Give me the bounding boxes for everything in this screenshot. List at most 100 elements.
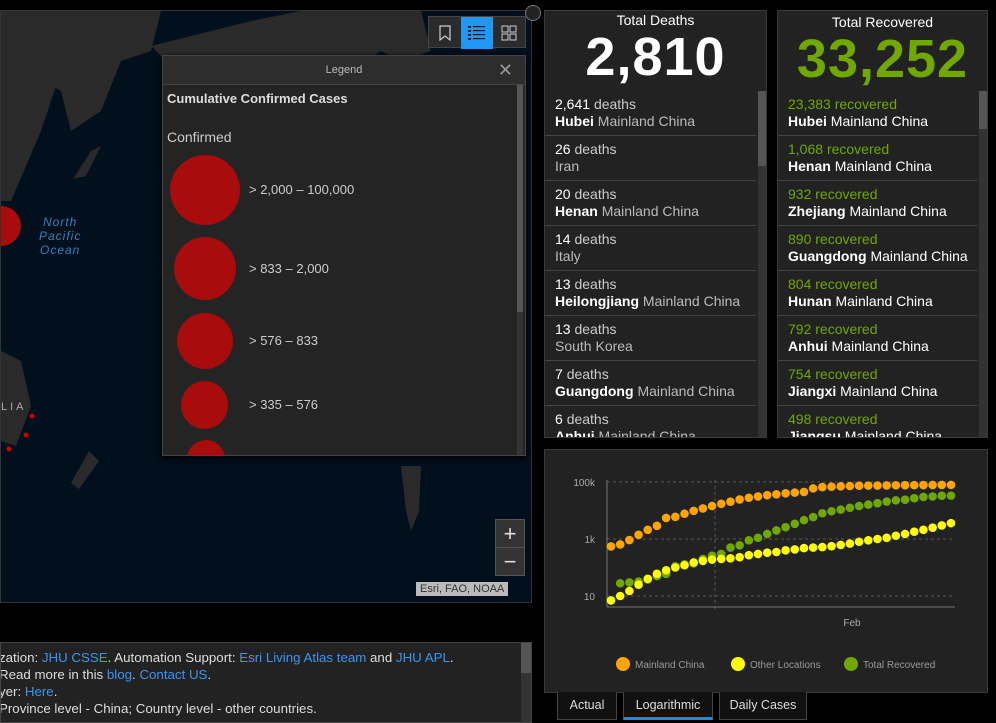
scrollbar-thumb[interactable] xyxy=(979,91,987,129)
item-count-line: 20 deaths xyxy=(555,186,756,203)
ocean-label-line: Pacific xyxy=(39,229,82,243)
item-unit: deaths xyxy=(574,141,617,157)
data-point-mainland-china xyxy=(643,525,653,535)
data-point-other-locations xyxy=(854,537,864,547)
item-count: 7 xyxy=(555,366,563,382)
contact-us-link[interactable]: Contact US xyxy=(139,667,207,682)
recovered-list: 23,383 recovered Hubei Mainland China 1,06… xyxy=(778,91,987,437)
data-point-other-locations xyxy=(863,536,873,545)
item-unit: recovered xyxy=(815,276,878,292)
item-count: 13 xyxy=(555,321,571,337)
legend-header: Legend ✕ xyxy=(163,56,525,85)
legend-body: Cumulative Confirmed Cases Confirmed > 2… xyxy=(163,85,525,455)
item-location-line: Hubei Mainland China xyxy=(788,113,977,130)
data-point-other-locations xyxy=(643,574,653,584)
data-point-mainland-china xyxy=(781,488,790,498)
item-country: Mainland China xyxy=(840,383,938,399)
zoom-out-button[interactable]: − xyxy=(496,548,524,576)
tab-daily-cases[interactable]: Daily Cases xyxy=(719,692,807,720)
recovered-list-scrollbar[interactable] xyxy=(979,91,987,437)
legend-list-icon xyxy=(468,26,485,40)
blog-link[interactable]: blog xyxy=(107,667,132,682)
legend-scrollbar[interactable] xyxy=(517,85,523,455)
list-item[interactable]: 890 recovered Guangdong Mainland China xyxy=(778,226,977,271)
item-province: Hubei xyxy=(788,113,827,129)
fullscreen-button[interactable] xyxy=(525,5,541,21)
scrollbar-thumb[interactable] xyxy=(517,85,523,312)
list-item[interactable]: 13 deaths South Korea xyxy=(545,316,756,361)
list-item[interactable]: 932 recovered Zhejiang Mainland China xyxy=(778,181,977,226)
list-item[interactable]: 13 deaths Heilongjiang Mainland China xyxy=(545,271,756,316)
data-point-other-locations xyxy=(707,555,717,564)
item-count: 23,383 xyxy=(788,96,831,112)
list-item[interactable]: 14 deaths Italy xyxy=(545,226,756,271)
data-point-other-locations xyxy=(900,529,910,539)
legend-class-label: > 2,000 – 100,000 xyxy=(249,182,355,197)
info-text: yer: xyxy=(0,684,25,699)
data-point-total-recovered xyxy=(772,526,781,535)
tab-actual[interactable]: Actual xyxy=(557,692,617,720)
data-point-total-recovered xyxy=(753,533,763,543)
scrollbar-thumb[interactable] xyxy=(758,91,766,166)
item-count: 6 xyxy=(555,411,563,427)
close-icon[interactable]: ✕ xyxy=(498,56,513,84)
item-country: Italy xyxy=(555,248,581,264)
basemap-grid-icon xyxy=(501,25,517,41)
item-province: Henan xyxy=(788,158,831,174)
info-line: zation: JHU CSSE. Automation Support: Es… xyxy=(1,649,531,666)
list-item[interactable]: 23,383 recovered Hubei Mainland China xyxy=(778,91,977,136)
y-tick-label: 1k xyxy=(584,535,596,546)
data-point-other-locations xyxy=(735,552,744,562)
legend-class-label: > 576 – 833 xyxy=(249,333,319,348)
list-item[interactable]: 804 recovered Hunan Mainland China xyxy=(778,271,977,316)
bookmarks-button[interactable] xyxy=(429,17,461,49)
item-count: 932 xyxy=(788,186,812,202)
list-item[interactable]: 754 recovered Jiangxi Mainland China xyxy=(778,361,977,406)
item-count-line: 804 recovered xyxy=(788,276,977,293)
info-text: . xyxy=(449,650,454,665)
data-point-other-locations xyxy=(946,518,956,528)
data-point-mainland-china xyxy=(946,480,956,490)
list-item[interactable]: 26 deaths Iran xyxy=(545,136,756,181)
list-item[interactable]: 792 recovered Anhui Mainland China xyxy=(778,316,977,361)
esri-living-atlas-link[interactable]: Esri Living Atlas team xyxy=(239,650,366,665)
tab-logarithmic[interactable]: Logarithmic xyxy=(623,692,713,720)
here-link[interactable]: Here xyxy=(25,684,54,699)
item-province: Hubei xyxy=(555,113,594,129)
data-point-mainland-china xyxy=(863,481,873,490)
data-point-mainland-china xyxy=(808,484,818,493)
deaths-list-scrollbar[interactable] xyxy=(758,91,766,437)
list-item[interactable]: 2,641 deaths Hubei Mainland China xyxy=(545,91,756,136)
item-unit: deaths xyxy=(574,231,617,247)
item-location-line: Henan Mainland China xyxy=(788,158,977,175)
data-point-other-locations xyxy=(698,556,708,566)
data-point-mainland-china xyxy=(891,480,901,490)
data-point-mainland-china xyxy=(937,480,947,490)
cases-chart-panel: 10 1k 100k Feb Mainland China Other Locations… xyxy=(544,449,988,693)
data-point-total-recovered xyxy=(845,503,855,513)
data-point-other-locations xyxy=(671,563,680,572)
info-line: Read more in this blog. Contact US. xyxy=(1,666,531,683)
bookmark-icon xyxy=(439,25,451,41)
list-item[interactable]: 7 deaths Guangdong Mainland China xyxy=(545,361,756,406)
list-item[interactable]: 6 deaths Anhui Mainland China xyxy=(545,406,756,437)
data-point-other-locations xyxy=(726,554,735,563)
scrollbar-thumb[interactable] xyxy=(521,643,531,673)
list-item[interactable]: 20 deaths Henan Mainland China xyxy=(545,181,756,226)
zoom-in-button[interactable]: + xyxy=(496,520,524,548)
data-point-mainland-china xyxy=(772,489,781,499)
data-point-mainland-china xyxy=(726,497,735,506)
jhu-apl-link[interactable]: JHU APL xyxy=(396,650,450,665)
info-scrollbar[interactable] xyxy=(521,643,531,722)
legend-field-name: Confirmed xyxy=(167,129,232,145)
item-unit: recovered xyxy=(826,141,890,157)
list-item[interactable]: 498 recovered Jiangsu Mainland China xyxy=(778,406,977,437)
basemap-gallery-button[interactable] xyxy=(493,17,525,49)
data-point-other-locations xyxy=(873,534,882,544)
legend-button[interactable] xyxy=(461,17,493,49)
list-item[interactable]: 1,068 recovered Henan Mainland China xyxy=(778,136,977,181)
data-point-mainland-china xyxy=(671,512,680,522)
data-point-other-locations xyxy=(928,523,937,532)
info-text: . Automation Support: xyxy=(107,650,240,665)
jhu-csse-link[interactable]: JHU CSSE xyxy=(42,650,108,665)
